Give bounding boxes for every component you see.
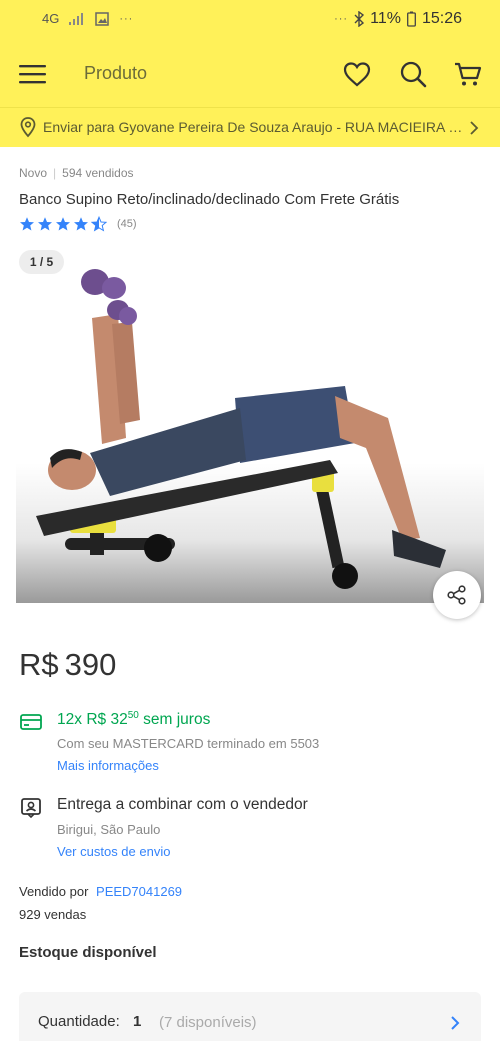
product-rating[interactable]: (45) xyxy=(19,216,137,232)
quantity-value: 1 xyxy=(133,1013,142,1030)
condition-label: Novo xyxy=(19,166,48,180)
quantity-available: (7 disponíveis) xyxy=(159,1014,257,1031)
signal-icon xyxy=(69,12,84,25)
search-icon[interactable] xyxy=(398,59,428,89)
share-icon xyxy=(447,585,466,605)
price-currency: R$ xyxy=(19,647,59,682)
clock: 15:26 xyxy=(421,10,462,27)
location-pin-icon xyxy=(20,117,36,138)
installments-value: 32 xyxy=(110,711,128,729)
status-bar: 4G ··· ··· 11% 15:26 xyxy=(0,0,500,41)
delivery-location: Birigui, São Paulo xyxy=(57,822,161,837)
status-dots: ··· xyxy=(334,13,349,25)
image-notification-icon xyxy=(95,11,110,26)
card-note: Com seu MASTERCARD terminado em 5503 xyxy=(57,736,320,751)
chevron-right-icon xyxy=(470,121,479,135)
status-right: ··· 11% 15:26 xyxy=(334,10,462,28)
star-half-icon xyxy=(91,216,107,232)
bluetooth-icon xyxy=(354,11,365,27)
battery-icon xyxy=(407,11,416,27)
quantity-selector[interactable]: Quantidade: 1 (7 disponíveis) xyxy=(19,992,481,1041)
star-icon xyxy=(56,217,70,231)
product-title: Banco Supino Reto/inclinado/declinado Co… xyxy=(19,191,400,208)
product-image[interactable] xyxy=(0,248,500,608)
installments-count: 12x xyxy=(57,711,82,729)
network-4g-icon: 4G xyxy=(42,11,60,26)
star-icon xyxy=(74,217,88,231)
shipping-address-bar[interactable]: Enviar para Gyovane Pereira De Souza Ara… xyxy=(0,107,500,147)
installments-offer: 12x R$ 3250 sem juros xyxy=(57,710,210,729)
star-icon xyxy=(20,217,34,231)
sold-count: 594 vendidos xyxy=(62,166,134,180)
menu-icon[interactable] xyxy=(18,61,48,87)
star-icon xyxy=(38,217,52,231)
installments-cents: 50 xyxy=(127,710,139,721)
cart-icon[interactable] xyxy=(453,59,483,89)
product-condition: Novo | 594 vendidos xyxy=(19,166,134,180)
shipping-address-text: Enviar para Gyovane Pereira De Souza Ara… xyxy=(43,119,463,135)
seller-name-link[interactable]: PEED7041269 xyxy=(96,884,182,899)
installments-suffix: sem juros xyxy=(143,711,211,729)
shipping-costs-link[interactable]: Ver custos de envio xyxy=(57,844,170,859)
delivery-title: Entrega a combinar com o vendedor xyxy=(57,796,308,813)
status-left: 4G ··· xyxy=(42,11,133,26)
heart-icon[interactable] xyxy=(342,59,372,89)
image-counter: 1 / 5 xyxy=(19,250,64,274)
price-amount: 390 xyxy=(64,647,117,682)
quantity-label: Quantidade: xyxy=(38,1013,120,1030)
chevron-right-icon xyxy=(451,1016,460,1030)
credit-card-icon xyxy=(20,714,42,730)
seller-label: Vendido por xyxy=(19,884,89,899)
share-button[interactable] xyxy=(433,571,481,619)
app-header: Produto xyxy=(0,41,500,107)
seller-sales: 929 vendas xyxy=(19,907,87,922)
more-info-link[interactable]: Mais informações xyxy=(57,758,159,773)
page-title: Produto xyxy=(84,63,148,83)
stock-title: Estoque disponível xyxy=(19,944,157,961)
installments-currency: R$ xyxy=(86,711,107,729)
more-notifications: ··· xyxy=(119,12,134,25)
separator: | xyxy=(53,166,57,180)
seller-info: Vendido por PEED7041269 xyxy=(19,884,182,899)
product-price: R$ 390 xyxy=(19,647,116,683)
battery-percent: 11% xyxy=(370,10,401,27)
review-count: (45) xyxy=(117,218,137,230)
seller-delivery-icon xyxy=(21,798,41,819)
